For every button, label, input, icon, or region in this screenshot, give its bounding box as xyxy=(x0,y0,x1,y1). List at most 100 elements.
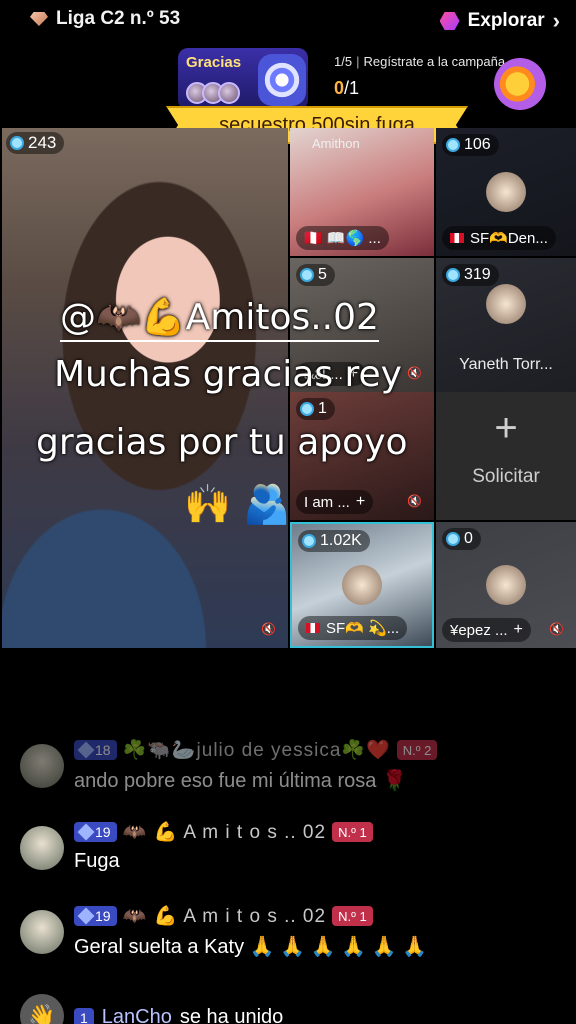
top-bar: Liga C2 n.º 53 Explorar › xyxy=(0,0,576,40)
level-badge: 1 xyxy=(74,1007,94,1024)
guest-name-pill: I am ... + xyxy=(296,490,374,514)
guest-count-badge: 1.02K xyxy=(298,530,370,552)
guest-tile[interactable]: 106 SF🫶Den... xyxy=(436,128,576,256)
level-badge: 19 xyxy=(74,906,117,926)
level-number: 19 xyxy=(95,824,111,840)
overlay-line-1: Muchas gracias rey xyxy=(54,354,402,395)
gem-icon xyxy=(77,741,95,759)
guest-count: 1.02K xyxy=(320,532,362,549)
chat-text: ando pobre eso fue mi última rosa 🌹 xyxy=(74,770,407,792)
plus-icon[interactable]: + xyxy=(356,493,365,511)
supporter-avatars xyxy=(186,82,240,104)
guest-tile-active[interactable]: 1.02K SF🫶 💫... xyxy=(290,522,434,648)
coin-icon xyxy=(446,532,460,546)
avatar xyxy=(486,283,526,324)
coin-icon xyxy=(302,534,316,548)
level-badge: 18 xyxy=(74,740,117,760)
chat-meta: 19 🦇 💪 A m i t o s .. 02 N.º 1 xyxy=(74,820,373,844)
coin-icon xyxy=(300,268,314,282)
campaign-info[interactable]: 1/5 | Regístrate a la campaña xyxy=(334,54,505,69)
guest-count: 5 xyxy=(318,266,327,283)
guest-name: SF🫶 💫... xyxy=(326,620,400,637)
host-name-pill[interactable]: sofi + xyxy=(8,618,63,642)
level-number: 1 xyxy=(80,1009,88,1024)
avatar xyxy=(20,910,64,954)
chat-text: Geral suelta a Katy 🙏 🙏 🙏 🙏 🙏 🙏 xyxy=(74,936,427,958)
campaign-count: 0/1 xyxy=(334,78,359,99)
guest-count-badge: 1 xyxy=(296,398,335,420)
guest-count: 1 xyxy=(318,400,327,417)
gem-icon xyxy=(77,823,95,841)
gem-icon xyxy=(77,907,95,925)
peru-flag-icon xyxy=(306,623,320,633)
rank-badge: N.º 2 xyxy=(396,740,438,760)
avatar xyxy=(486,172,526,212)
chat-meta: 19 🦇 💪 A m i t o s .. 02 N.º 1 xyxy=(74,904,373,928)
target-icon[interactable] xyxy=(258,54,306,106)
guest-count-badge: 0 xyxy=(442,528,481,550)
diamond-icon xyxy=(30,12,48,26)
guest-count-badge: 319 xyxy=(442,264,499,286)
guest-count: 0 xyxy=(464,530,473,547)
viewer-count: 243 xyxy=(28,133,57,152)
guest-name-pill: SF🫶 💫... xyxy=(298,616,408,640)
guest-count: 319 xyxy=(464,266,491,283)
chat-text: Fuga xyxy=(74,850,120,872)
chat-meta: 18 ☘️🐃🦢julio de yessica☘️❤️ N.º 2 xyxy=(74,738,438,762)
count-current: 0 xyxy=(334,78,345,98)
request-label: Solicitar xyxy=(472,466,540,487)
plus-icon: + xyxy=(494,406,518,450)
guest-name: 🇵🇪 📖🌎 ... xyxy=(304,230,381,247)
guest-name: ¥epez ... xyxy=(450,621,508,639)
rank-badge: N.º 1 xyxy=(332,906,373,926)
guest-name-pill: 🇵🇪 📖🌎 ... xyxy=(296,226,389,250)
mic-off-icon: 🔇 xyxy=(407,494,422,508)
avatar xyxy=(486,565,526,605)
gracias-label: Gracias xyxy=(186,54,242,71)
guest-name: I am ... xyxy=(304,493,350,511)
level-badge: 19 xyxy=(74,822,117,842)
avatar xyxy=(20,826,64,870)
guest-tile[interactable]: Amithon 🇵🇪 📖🌎 ... xyxy=(290,128,434,256)
trophy-icon[interactable] xyxy=(494,58,546,110)
guest-tile[interactable]: 0 ¥epez ... + 🔇 xyxy=(436,522,576,648)
guest-name-pill: ¥epez ... + xyxy=(442,618,531,642)
mic-off-icon: 🔇 xyxy=(261,622,276,636)
coin-icon xyxy=(10,136,24,150)
campaign-progress: 1/5 xyxy=(334,54,353,69)
level-number: 19 xyxy=(95,908,111,924)
avatar xyxy=(20,744,64,788)
league-label: Liga C2 n.º 53 xyxy=(56,8,181,29)
plus-icon[interactable]: + xyxy=(45,621,54,639)
level-number: 18 xyxy=(95,742,111,758)
rank-badge: N.º 1 xyxy=(332,822,373,842)
explore-label: Explorar xyxy=(467,10,545,31)
campaign-text: Regístrate a la campaña xyxy=(363,54,506,69)
guest-count-badge: 5 xyxy=(296,264,335,286)
guest-name-top: Amithon xyxy=(312,136,360,151)
guest-name: Yaneth Torr... xyxy=(459,356,553,373)
overlay-line-2: gracias por tu apoyo xyxy=(36,422,408,463)
request-slot-button[interactable]: + Solicitar xyxy=(436,392,576,520)
count-total: /1 xyxy=(344,78,360,98)
chat-username[interactable]: LanCho xyxy=(102,1006,172,1024)
mic-off-icon: 🔇 xyxy=(407,366,422,380)
chevron-right-icon: › xyxy=(552,8,560,33)
viewer-count-badge: 243 xyxy=(6,132,65,154)
explore-button[interactable]: Explorar › xyxy=(439,8,560,34)
mic-off-icon: 🔇 xyxy=(549,622,564,636)
chat-username[interactable]: ☘️🐃🦢julio de yessica☘️❤️ xyxy=(123,738,391,762)
avatar xyxy=(218,82,240,104)
plus-icon[interactable]: + xyxy=(514,621,523,639)
league-badge[interactable]: Liga C2 n.º 53 xyxy=(30,8,180,30)
peru-flag-icon xyxy=(450,233,464,243)
coin-icon xyxy=(300,402,314,416)
join-text: 1 LanCho se ha unido xyxy=(74,1006,283,1024)
overlay-username: @🦇💪Amitos..02 xyxy=(60,296,379,342)
guest-tile[interactable]: 319 Yaneth Torr... xyxy=(436,258,576,392)
host-name: sofi xyxy=(16,621,40,639)
chat-username[interactable]: 🦇 💪 A m i t o s .. 02 xyxy=(123,820,327,844)
guest-count-badge: 106 xyxy=(442,134,499,156)
coin-icon xyxy=(446,138,460,152)
chat-username[interactable]: 🦇 💪 A m i t o s .. 02 xyxy=(123,904,327,928)
